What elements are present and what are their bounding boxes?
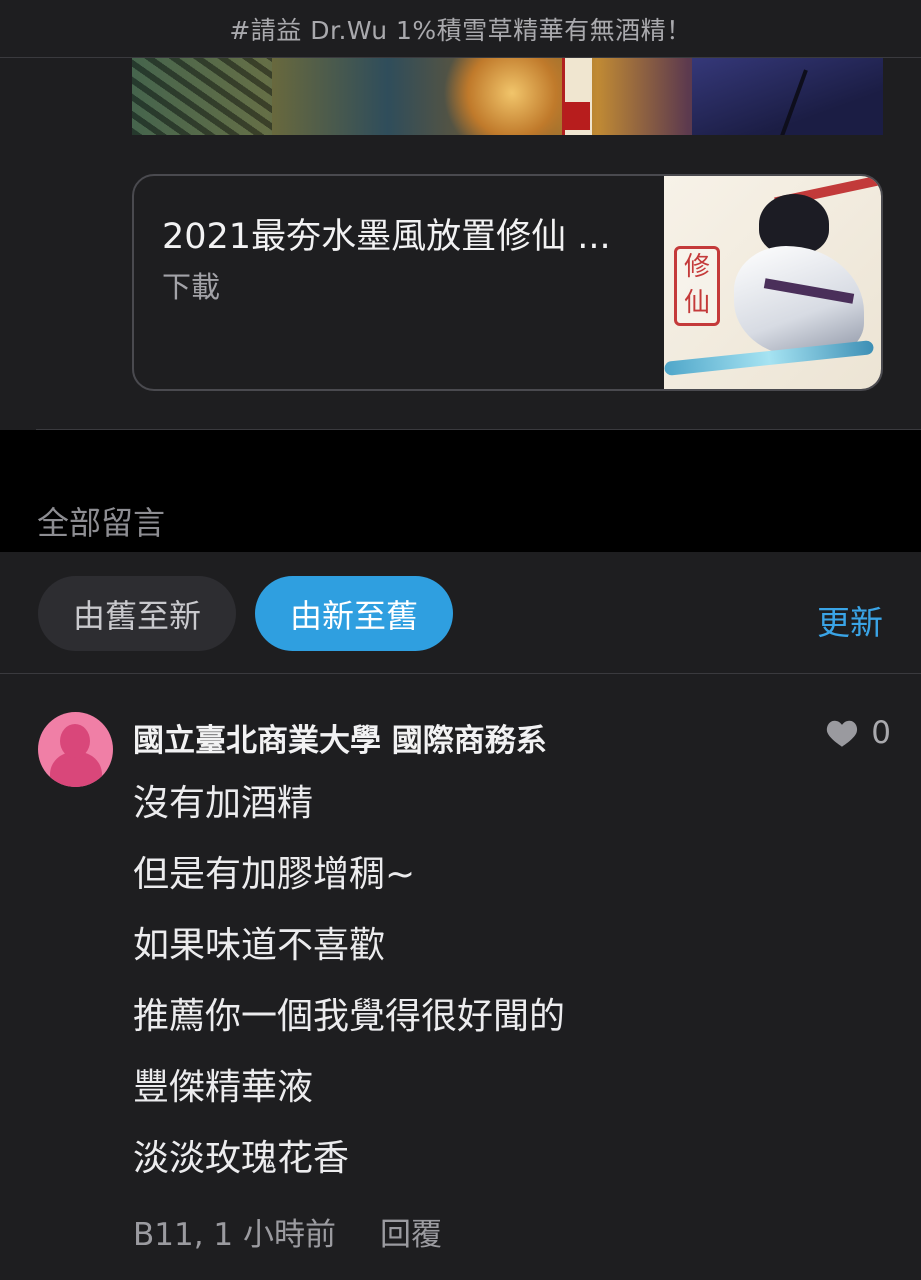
top-bar: #請益 Dr.Wu 1%積雪草精華有無酒精！ xyxy=(0,0,921,58)
ad-title: 2021最夯水墨風放置修仙 ... xyxy=(162,217,611,257)
like-count: 0 xyxy=(871,715,891,751)
post-title: #請益 Dr.Wu 1%積雪草精華有無酒精！ xyxy=(229,15,692,45)
sort-newest-button[interactable]: 由新至舊 xyxy=(255,576,453,651)
comment-author[interactable]: 國立臺北商業大學 國際商務系 xyxy=(133,715,547,760)
comment-meta: B11, 1 小時前 回覆 xyxy=(133,1209,442,1254)
heart-icon xyxy=(827,720,858,747)
comment-line: 如果味道不喜歡 xyxy=(133,925,386,966)
avatar[interactable] xyxy=(38,712,113,787)
comments-section-title: 全部留言 xyxy=(37,504,166,542)
comment-line: 推薦你一個我覺得很好聞的 xyxy=(133,996,566,1037)
thumb-stamp: 修仙 xyxy=(674,246,720,326)
sort-bar: 由舊至新 由新至舊 更新 xyxy=(0,552,921,674)
thumb-hair xyxy=(759,194,829,254)
ad-card[interactable]: 2021最夯水墨風放置修仙 ... 下載 修仙 xyxy=(132,174,883,391)
ad-thumbnail: 修仙 xyxy=(664,176,881,389)
sort-oldest-button[interactable]: 由舊至新 xyxy=(38,576,236,651)
avatar-head xyxy=(60,724,90,758)
comment-line: 豐傑精華液 xyxy=(133,1067,314,1108)
reply-button[interactable]: 回覆 xyxy=(380,1209,442,1254)
comment-body: 沒有加酒精 但是有加膠增稠~ 如果味道不喜歡 推薦你一個我覺得很好聞的 豐傑精華… xyxy=(133,779,565,1205)
comments-section-header: 全部留言 xyxy=(0,430,921,552)
ad-download-label[interactable]: 下載 xyxy=(162,264,220,306)
banner-image[interactable] xyxy=(132,58,883,135)
comment-line: 淡淡玫瑰花香 xyxy=(133,1138,350,1179)
banner-seal-red xyxy=(564,102,590,130)
like-button[interactable]: 0 xyxy=(825,715,891,751)
comment-line: 但是有加膠增稠~ xyxy=(133,854,416,895)
comment-item: 國立臺北商業大學 國際商務系 0 沒有加酒精 但是有加膠增稠~ 如果味道不喜歡 … xyxy=(0,675,921,1280)
banner-figure-left xyxy=(132,58,272,135)
refresh-button[interactable]: 更新 xyxy=(817,596,883,644)
comment-floor-time: B11, 1 小時前 xyxy=(133,1217,336,1253)
comment-line: 沒有加酒精 xyxy=(133,783,314,824)
